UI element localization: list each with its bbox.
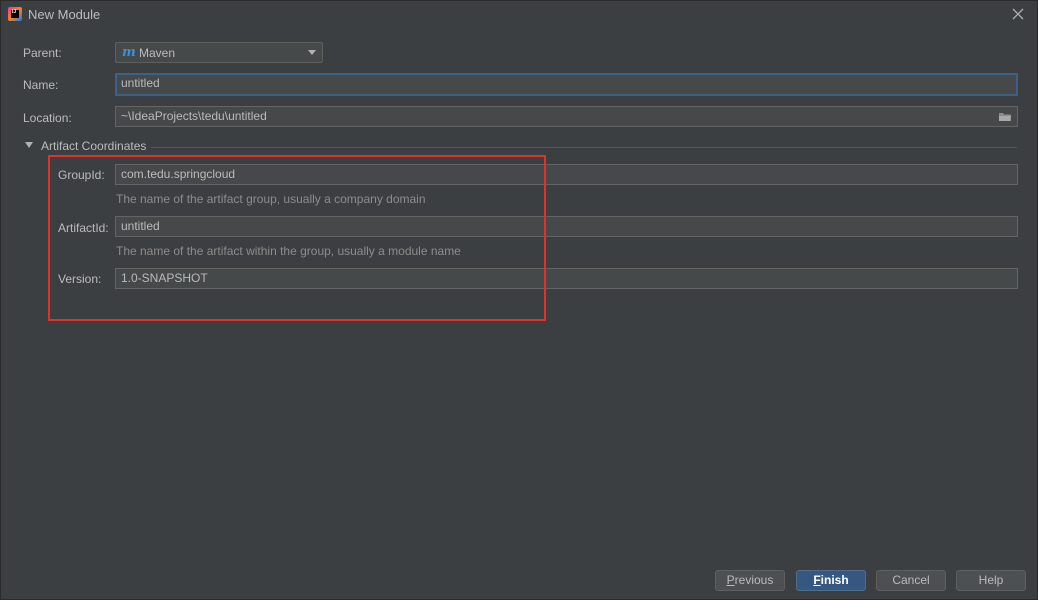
collapse-toggle-icon[interactable] xyxy=(25,142,33,148)
location-label: Location: xyxy=(23,111,72,125)
artifact-coordinates-title: Artifact Coordinates xyxy=(41,139,147,153)
location-input[interactable]: ~\IdeaProjects\tedu\untitled xyxy=(115,106,1018,127)
close-icon[interactable] xyxy=(1009,5,1027,23)
groupid-input[interactable]: com.tedu.springcloud xyxy=(115,164,1018,185)
window-title: New Module xyxy=(28,7,101,22)
version-value: 1.0-SNAPSHOT xyxy=(121,271,208,285)
chevron-down-icon xyxy=(308,50,316,55)
cancel-button[interactable]: Cancel xyxy=(876,570,946,591)
artifactid-input[interactable]: untitled xyxy=(115,216,1018,237)
title-bar: IJ New Module xyxy=(1,1,1038,27)
name-label: Name: xyxy=(23,78,59,92)
new-module-dialog: IJ New Module Parent: m Maven Name: unti… xyxy=(0,0,1038,600)
previous-mnemonic: P xyxy=(726,573,735,587)
groupid-value: com.tedu.springcloud xyxy=(121,167,236,181)
folder-icon[interactable] xyxy=(998,111,1012,122)
version-input[interactable]: 1.0-SNAPSHOT xyxy=(115,268,1018,289)
help-button[interactable]: Help xyxy=(956,570,1026,591)
intellij-idea-icon: IJ xyxy=(8,7,22,21)
version-label: Version: xyxy=(58,272,102,286)
previous-button[interactable]: Previous xyxy=(715,570,785,591)
parent-label: Parent: xyxy=(23,46,62,60)
finish-button[interactable]: Finish xyxy=(796,570,866,591)
name-input[interactable]: untitled xyxy=(115,73,1018,96)
maven-icon: m xyxy=(122,45,136,60)
section-divider xyxy=(151,147,1017,148)
parent-value: Maven xyxy=(139,46,176,60)
parent-dropdown[interactable]: m Maven xyxy=(115,42,323,63)
finish-label: inish xyxy=(820,573,849,587)
artifactid-hint: The name of the artifact within the grou… xyxy=(116,244,461,258)
finish-mnemonic: F xyxy=(813,573,821,587)
groupid-label: GroupId: xyxy=(58,168,105,182)
artifactid-label: ArtifactId: xyxy=(58,221,109,235)
location-value: ~\IdeaProjects\tedu\untitled xyxy=(121,109,267,123)
previous-label: revious xyxy=(734,573,774,587)
artifactid-value: untitled xyxy=(121,219,160,233)
name-value: untitled xyxy=(121,76,160,90)
groupid-hint: The name of the artifact group, usually … xyxy=(116,192,426,206)
